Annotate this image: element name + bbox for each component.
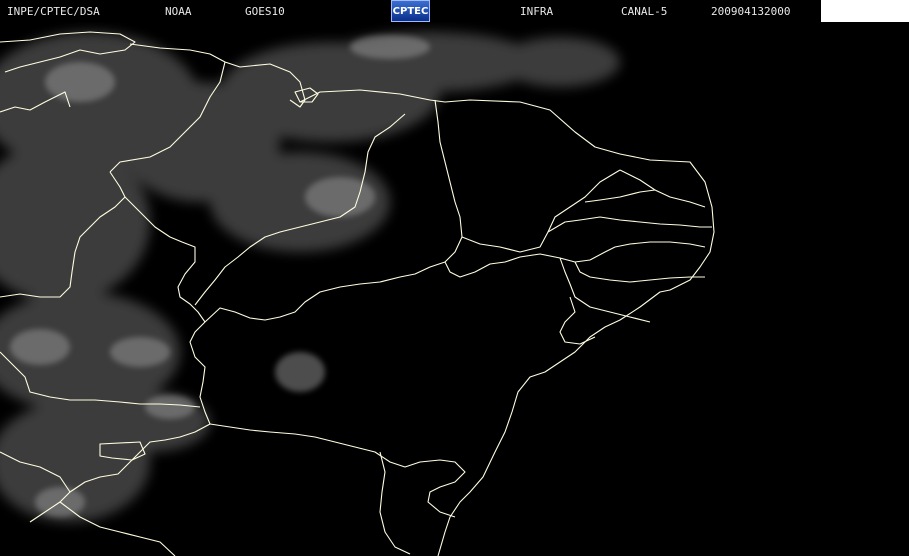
image-header-bar: INPE/CPTEC/DSA NOAA GOES10 CPTEC INFRA C… [0, 0, 909, 22]
agency-label: NOAA [165, 5, 192, 18]
channel-label: CANAL-5 [621, 5, 668, 18]
blank-corner-box [821, 0, 909, 22]
product-label: INFRA [520, 5, 554, 18]
datetime-label: 200904132000 [711, 5, 791, 18]
logo-text: CPTEC [392, 5, 429, 17]
map-canvas [0, 22, 909, 556]
satellite-image [0, 22, 909, 556]
satellite-label: GOES10 [245, 5, 285, 18]
cptec-logo: CPTEC [391, 0, 430, 22]
source-label: INPE/CPTEC/DSA [7, 5, 100, 18]
